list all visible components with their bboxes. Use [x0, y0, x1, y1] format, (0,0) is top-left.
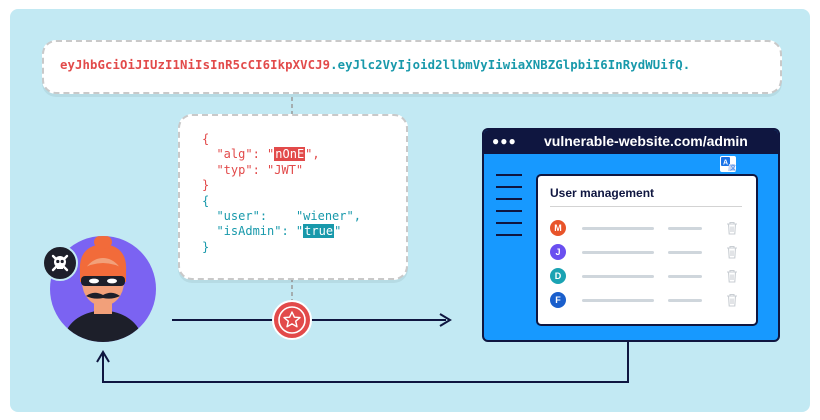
payload-close-brace: }: [202, 239, 210, 254]
address-bar-url[interactable]: vulnerable-website.com/admin: [544, 133, 748, 149]
card-divider: [550, 206, 742, 207]
svg-text:A: A: [723, 160, 728, 167]
user-avatar: D: [550, 268, 566, 284]
hamburger-line: [496, 198, 522, 200]
hamburger-line: [496, 186, 522, 188]
window-controls[interactable]: ●●●: [492, 134, 517, 148]
user-role-placeholder: [668, 299, 702, 302]
svg-text:文: 文: [730, 164, 736, 172]
user-row[interactable]: J: [550, 244, 742, 260]
decoded-jwt-box: { "alg": "nOnE", "typ": "JWT" } { "user"…: [178, 114, 408, 280]
user-avatar: J: [550, 244, 566, 260]
user-avatar: F: [550, 292, 566, 308]
translate-icon[interactable]: A 文: [720, 156, 736, 172]
browser-window: ●●● vulnerable-website.com/admin A 文 Use…: [482, 128, 780, 342]
user-name-placeholder: [582, 275, 654, 278]
skull-crossbones-icon: [42, 245, 78, 281]
jwt-token-box: eyJhbGciOiJIUzI1NiIsInR5cCI6IkpXVCJ9.eyJ…: [42, 40, 782, 94]
user-avatar: M: [550, 220, 566, 236]
token-separator: .: [330, 58, 338, 72]
user-name-placeholder: [582, 299, 654, 302]
user-role-placeholder: [668, 275, 702, 278]
user-row[interactable]: F: [550, 292, 742, 308]
user-management-card: User management M J D F: [536, 174, 758, 326]
user-value: "wiener": [295, 209, 354, 224]
token-header-segment: eyJhbGciOiJIUzI1NiIsInR5cCI6IkpXVCJ9: [60, 58, 331, 72]
user-row[interactable]: M: [550, 220, 742, 236]
is-admin-value: true: [303, 224, 335, 239]
user-role-placeholder: [668, 227, 702, 230]
hamburger-line: [496, 210, 522, 212]
decoded-jwt-code: { "alg": "nOnE", "typ": "JWT" } { "user"…: [202, 132, 361, 254]
trash-icon[interactable]: [726, 245, 738, 259]
hamburger-line: [496, 234, 522, 236]
browser-title-bar: ●●● vulnerable-website.com/admin: [484, 130, 778, 154]
response-arrow-line: [102, 340, 629, 383]
alg-key: "alg": [216, 147, 253, 162]
card-title: User management: [550, 186, 655, 200]
trash-icon[interactable]: [726, 221, 738, 235]
user-name-placeholder: [582, 227, 654, 230]
alg-value: nOnE: [274, 147, 306, 162]
header-close-brace: }: [202, 178, 210, 193]
trash-icon[interactable]: [726, 293, 738, 307]
typ-value: "JWT": [267, 162, 304, 177]
jwt-token-string: eyJhbGciOiJIUzI1NiIsInR5cCI6IkpXVCJ9.eyJ…: [60, 58, 690, 72]
payload-open-brace: {: [202, 193, 210, 208]
hamburger-line: [496, 174, 522, 176]
typ-key: "typ": [216, 162, 253, 177]
user-role-placeholder: [668, 251, 702, 254]
token-payload-segment: eyJlc2VyIjoid2llbmVyIiwiaXNBZGlpbiI6InRy…: [337, 58, 683, 72]
star-target-icon: [272, 300, 312, 340]
user-name-placeholder: [582, 251, 654, 254]
is-admin-key: "isAdmin": [216, 224, 282, 239]
token-trailing-dot: .: [682, 58, 691, 72]
trash-icon[interactable]: [726, 269, 738, 283]
header-open-brace: {: [202, 132, 210, 146]
user-key: "user": [216, 209, 260, 224]
hamburger-line: [496, 222, 522, 224]
user-row[interactable]: D: [550, 268, 742, 284]
